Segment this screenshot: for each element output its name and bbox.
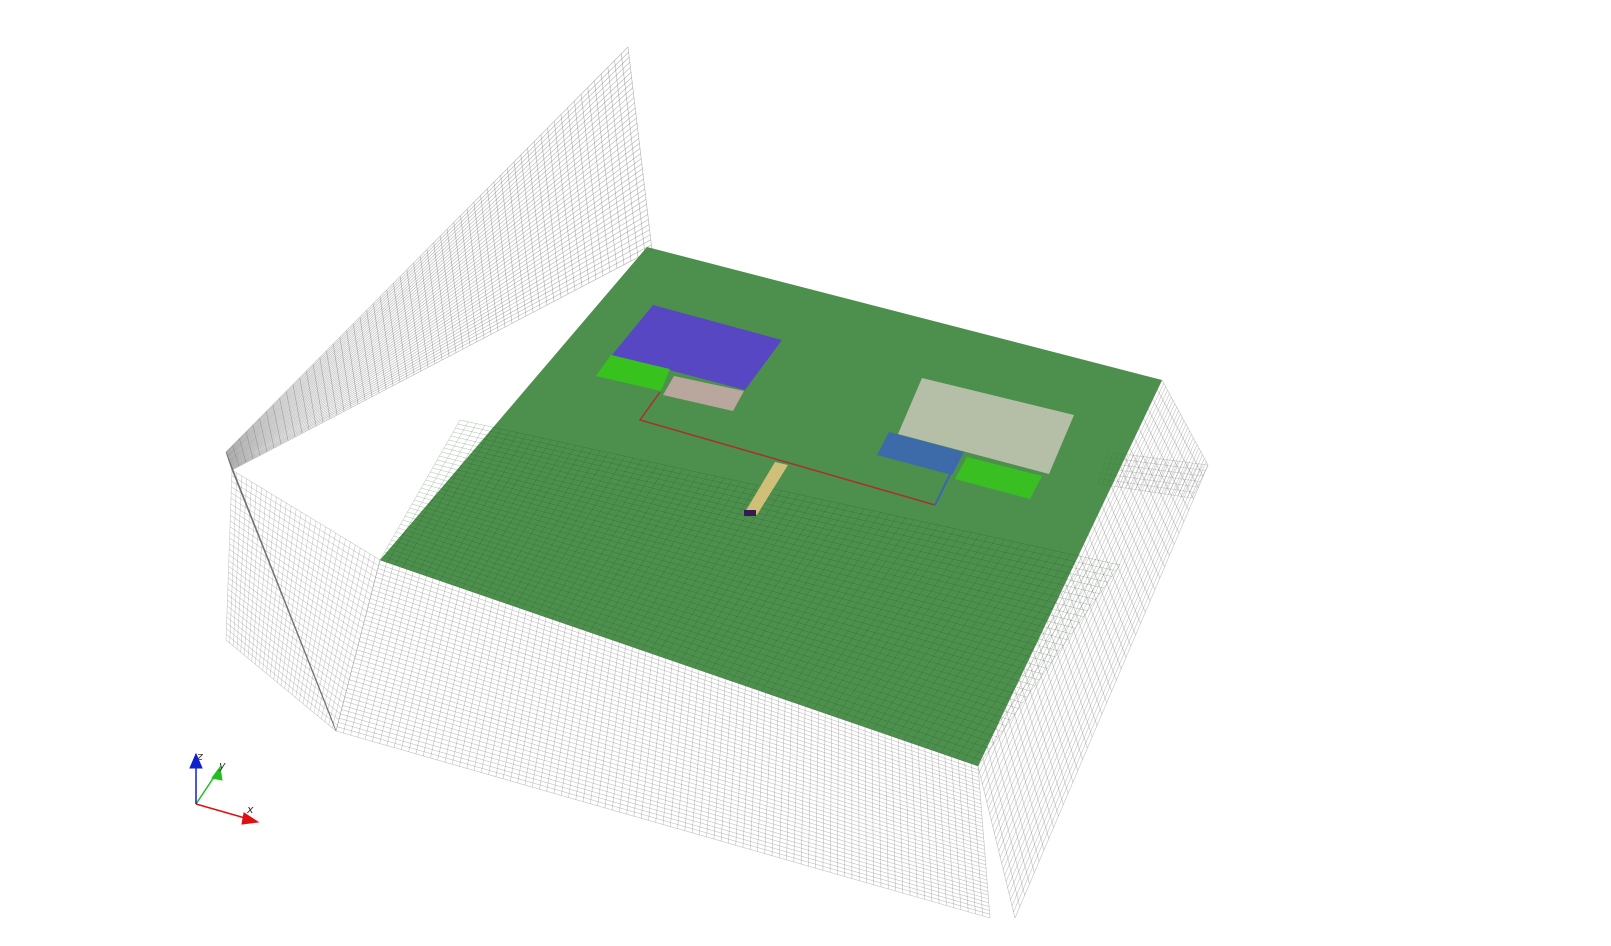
excitation-source[interactable] bbox=[744, 510, 756, 516]
x-axis-label: x bbox=[246, 803, 254, 816]
z-axis-label: z bbox=[196, 750, 203, 763]
y-axis-label: y bbox=[218, 759, 226, 772]
3d-viewport[interactable]: x y z bbox=[0, 0, 1611, 946]
